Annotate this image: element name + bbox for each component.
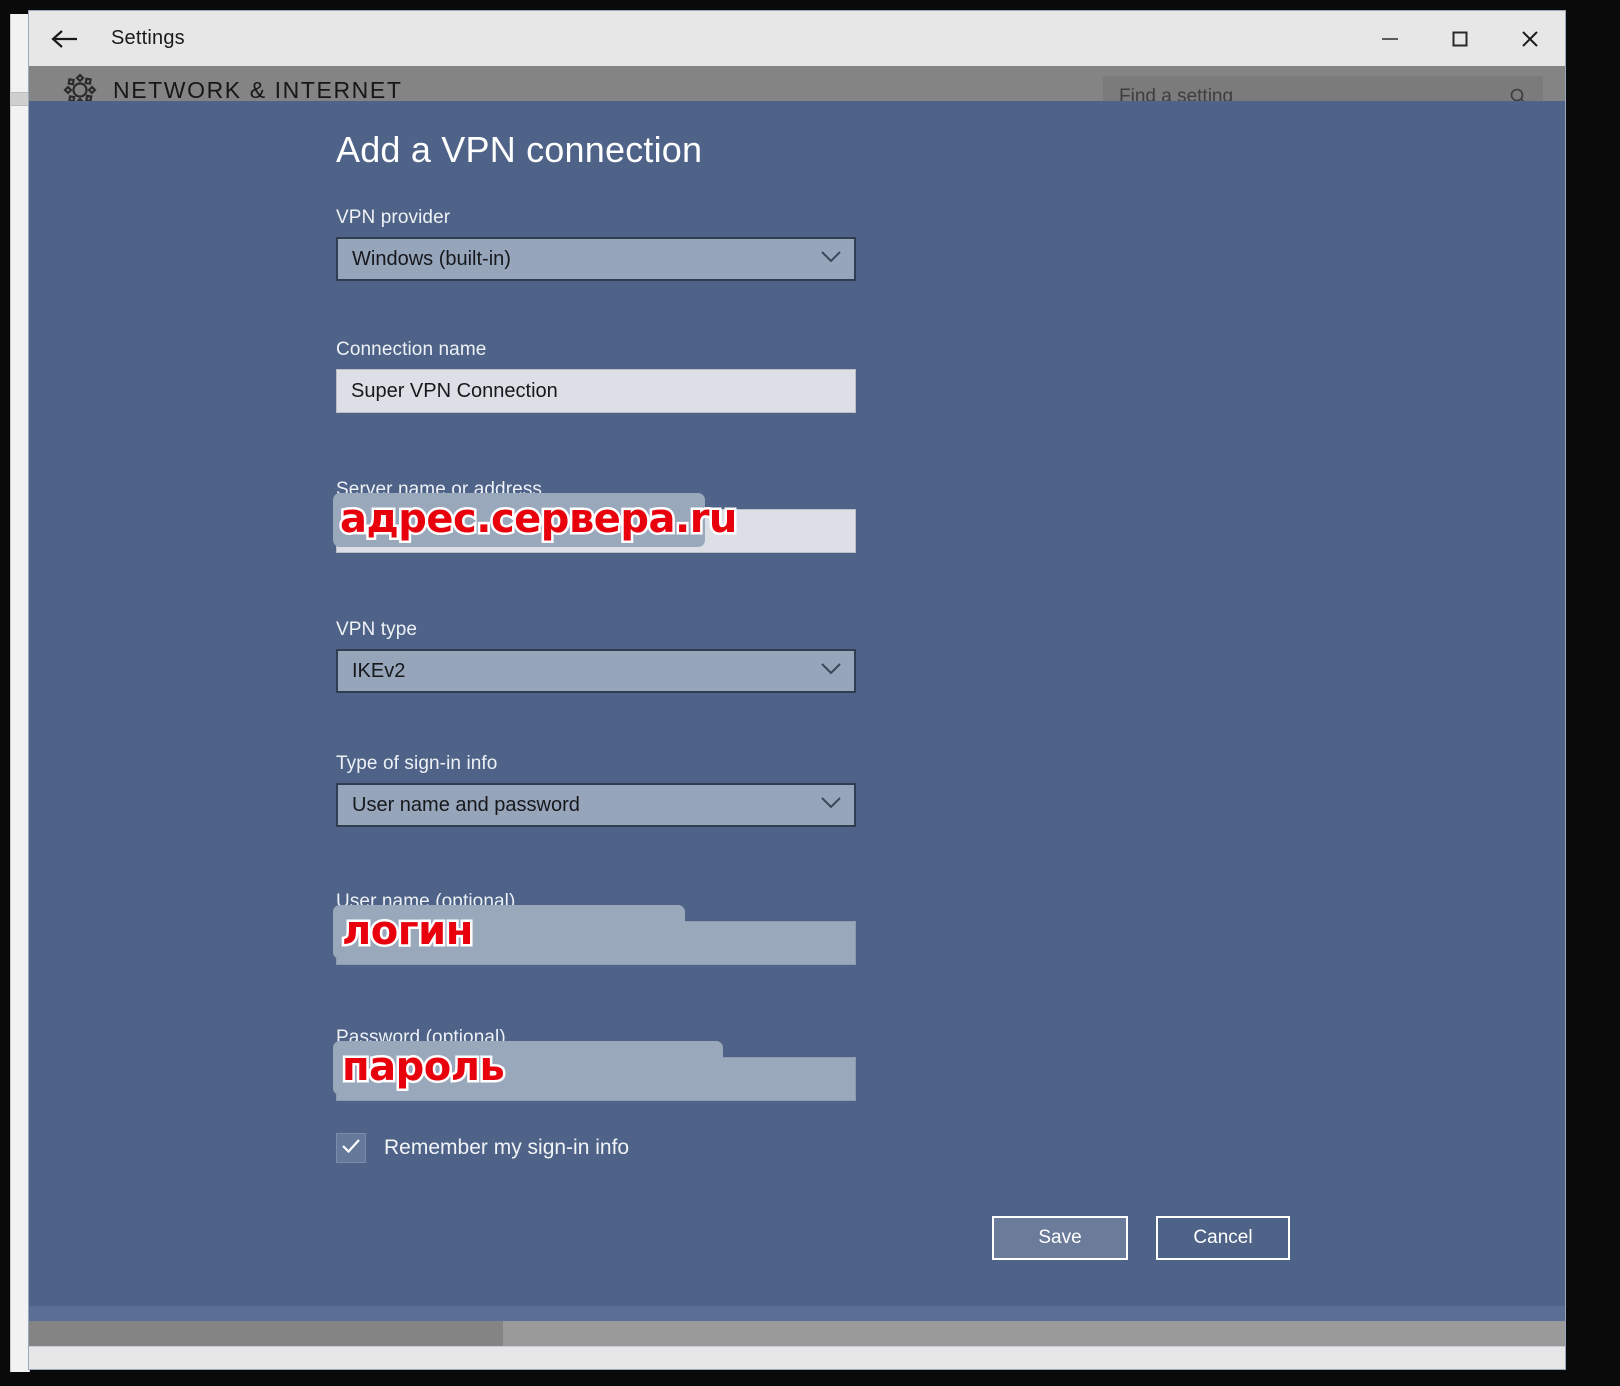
signin-type-value: User name and password [352,793,580,816]
field-password: Password (optional) пароль [333,1027,856,1101]
annotation-server-address: адрес.сервера.ru [338,496,740,542]
remember-signin-checkbox-row[interactable]: Remember my sign-in info [336,1133,856,1163]
save-button[interactable]: Save [992,1216,1128,1260]
window-title: Settings [111,27,185,49]
field-vpn-provider: VPN provider Windows (built-in) [336,207,856,281]
page-title: NETWORK & INTERNET [113,76,403,103]
connection-name-value: Super VPN Connection [351,379,558,402]
field-server-address: Server name or address адрес.сервера.ru [333,479,856,553]
host-vertical-scrollbar[interactable] [10,14,30,1372]
label-vpn-provider: VPN provider [336,207,451,228]
label-signin-type: Type of sign-in info [336,753,498,774]
vpn-provider-value: Windows (built-in) [352,247,511,270]
remember-signin-label: Remember my sign-in info [384,1136,630,1159]
label-connection-name: Connection name [336,339,487,360]
back-arrow-icon[interactable] [29,11,101,66]
chevron-down-icon [820,250,842,268]
scrollbar-grip[interactable] [11,92,29,106]
vpn-provider-select[interactable]: Windows (built-in) [336,237,856,281]
connection-name-input[interactable]: Super VPN Connection [336,369,856,413]
field-signin-type: Type of sign-in info User name and passw… [336,753,856,827]
vpn-form: Add a VPN connection VPN provider Window… [333,129,856,1163]
horizontal-scrollbar[interactable] [29,1321,1565,1347]
field-username: User name (optional) логин [333,891,856,965]
remember-signin-checkbox[interactable] [336,1133,366,1163]
vpn-type-value: IKEv2 [352,659,406,682]
check-icon [340,1137,362,1160]
screenshot-root: Settings NETWORK & INTERNET Find a setti… [0,0,1620,1386]
signin-type-select[interactable]: User name and password [336,783,856,827]
chevron-down-icon [820,662,842,680]
field-connection-name: Connection name Super VPN Connection [336,339,856,413]
close-icon[interactable] [1495,11,1565,66]
dialog-title: Add a VPN connection [336,129,703,170]
horizontal-scrollbar-thumb[interactable] [29,1321,503,1347]
maximize-icon[interactable] [1425,11,1495,66]
add-vpn-dialog: Add a VPN connection VPN provider Window… [29,101,1565,1306]
cancel-button[interactable]: Cancel [1156,1216,1290,1260]
window-bottom-edge [29,1346,1565,1369]
settings-window: Settings NETWORK & INTERNET Find a setti… [28,10,1566,1370]
annotation-password: пароль [339,1044,507,1090]
label-vpn-type: VPN type [336,619,418,640]
vpn-type-select[interactable]: IKEv2 [336,649,856,693]
annotation-username: логин [340,908,476,954]
title-bar: Settings [29,11,1565,66]
minimize-icon[interactable] [1355,11,1425,66]
chevron-down-icon [820,796,842,814]
field-vpn-type: VPN type IKEv2 [336,619,856,693]
dialog-actions: Save Cancel [992,1216,1290,1260]
window-controls [1355,11,1565,66]
